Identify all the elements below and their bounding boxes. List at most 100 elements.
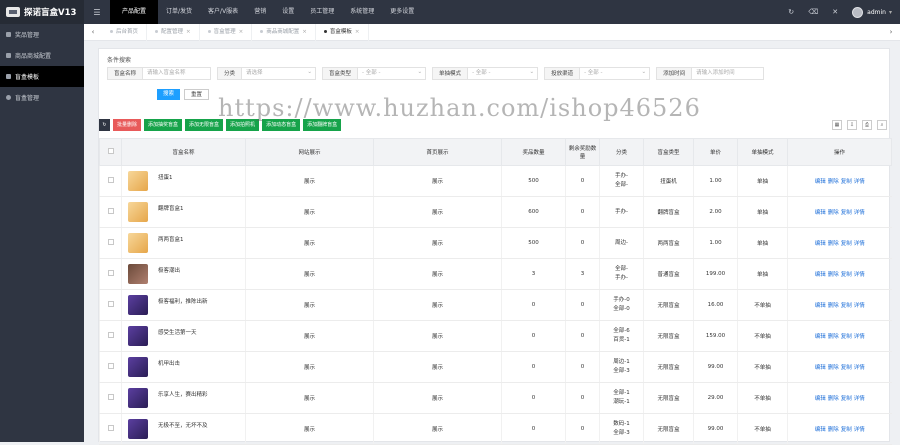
refresh-icon[interactable]: ↻ [780,8,802,16]
copy-link[interactable]: 复制 [841,303,852,309]
delete-link[interactable]: 删除 [828,365,839,371]
row-checkbox[interactable] [107,301,114,307]
sidebar-item-mall[interactable]: 商品商城配置 [0,45,84,66]
tab-home[interactable]: 后台首页 [102,23,148,41]
sidebar-item-prizes[interactable]: 奖品管理 [0,24,84,45]
copy-link[interactable]: 复制 [841,210,852,216]
channel-select[interactable]: - 全部 - [580,67,651,80]
row-checkbox[interactable] [107,332,114,338]
columns-icon[interactable]: ▦ [832,120,842,130]
time-input[interactable]: 请输入添加时间 [692,67,765,80]
close-icon[interactable]: × [186,29,191,35]
search-icon[interactable]: ⌕ [877,120,887,130]
copy-link[interactable]: 复制 [841,241,852,247]
detail-link[interactable]: 详情 [854,210,865,216]
row-checkbox-cell[interactable] [99,165,122,197]
topnav-more[interactable]: 更多设置 [382,0,422,24]
copy-link[interactable]: 复制 [841,427,852,433]
app-logo[interactable]: 探诺盲盒V13 [0,0,84,24]
copy-link[interactable]: 复制 [841,334,852,340]
name-input[interactable]: 请输入盲盒名称 [143,67,212,80]
edit-link[interactable]: 编辑 [815,241,826,247]
row-checkbox-cell[interactable] [99,320,122,352]
detail-link[interactable]: 详情 [854,241,865,247]
topnav-product-config[interactable]: 产品配置 [110,0,159,24]
edit-link[interactable]: 编辑 [815,303,826,309]
delete-link[interactable]: 删除 [828,396,839,402]
copy-link[interactable]: 复制 [841,272,852,278]
copy-link[interactable]: 复制 [841,179,852,185]
refresh-table-icon[interactable]: ↻ [99,119,110,131]
row-checkbox[interactable] [107,394,114,400]
row-checkbox-cell[interactable] [99,258,122,290]
fullscreen-icon[interactable]: ✕ [824,8,846,16]
edit-link[interactable]: 编辑 [815,427,826,433]
detail-link[interactable]: 详情 [854,303,865,309]
tab-mall[interactable]: 商品商城配置 × [252,23,316,41]
tabs-right-arrow-icon[interactable]: › [882,28,900,36]
category-select[interactable]: 请选择 [242,67,317,80]
add-lottery-box-button[interactable]: 添加抽奖盲盒 [144,119,183,131]
delete-link[interactable]: 删除 [828,427,839,433]
row-checkbox-cell[interactable] [99,289,122,321]
edit-link[interactable]: 编辑 [815,272,826,278]
copy-link[interactable]: 复制 [841,365,852,371]
row-checkbox[interactable] [107,239,114,245]
close-icon[interactable]: × [239,29,244,35]
row-checkbox[interactable] [107,363,114,369]
detail-link[interactable]: 详情 [854,179,865,185]
print-icon[interactable]: ⎙ [862,120,872,130]
detail-link[interactable]: 详情 [854,365,865,371]
tab-template[interactable]: 盲盒模板 × [316,23,369,41]
edit-link[interactable]: 编辑 [815,396,826,402]
edit-link[interactable]: 编辑 [815,179,826,185]
topnav-staff[interactable]: 员工管理 [302,0,342,24]
close-icon[interactable]: × [302,29,307,35]
row-checkbox-cell[interactable] [99,351,122,383]
row-checkbox[interactable] [107,177,114,183]
row-checkbox[interactable] [107,270,114,276]
delete-link[interactable]: 删除 [828,303,839,309]
sidebar-item-boxes[interactable]: 盲盒管理 [0,87,84,108]
mode-select[interactable]: - 全部 - [468,67,539,80]
clear-icon[interactable]: ⌫ [802,8,824,16]
tabs-left-arrow-icon[interactable]: ‹ [84,28,102,36]
tab-config[interactable]: 配置管理 × [147,23,200,41]
topnav-marketing[interactable]: 营销 [246,0,274,24]
tab-box-manage[interactable]: 盲盒管理 × [200,23,253,41]
menu-toggle-icon[interactable]: ☰ [84,0,110,24]
topnav-system[interactable]: 系统管理 [342,0,382,24]
detail-link[interactable]: 详情 [854,427,865,433]
row-checkbox-cell[interactable] [99,227,122,259]
batch-delete-button[interactable]: 批量删除 [113,119,142,131]
chevron-down-icon[interactable]: ▾ [889,9,892,16]
detail-link[interactable]: 详情 [854,334,865,340]
topnav-customers[interactable]: 客户/V服表 [200,0,246,24]
search-button[interactable]: 搜索 [157,89,181,100]
delete-link[interactable]: 删除 [828,241,839,247]
close-icon[interactable]: × [355,29,360,35]
sidebar-item-template[interactable]: 盲盒模板 [0,66,84,87]
row-checkbox-cell[interactable] [99,413,122,445]
row-checkbox-cell[interactable] [99,382,122,414]
select-all-checkbox[interactable] [107,148,114,154]
export-icon[interactable]: ⇩ [847,120,857,130]
delete-link[interactable]: 删除 [828,210,839,216]
type-select[interactable]: - 全部 - [358,67,427,80]
topnav-settings[interactable]: 设置 [274,0,302,24]
edit-link[interactable]: 编辑 [815,334,826,340]
detail-link[interactable]: 详情 [854,396,865,402]
reset-button[interactable]: 重置 [184,89,210,100]
copy-link[interactable]: 复制 [841,396,852,402]
row-checkbox[interactable] [107,208,114,214]
topnav-orders[interactable]: 订单/发货 [158,0,200,24]
header-checkbox-cell[interactable] [99,138,122,166]
delete-link[interactable]: 删除 [828,334,839,340]
delete-link[interactable]: 删除 [828,179,839,185]
row-checkbox[interactable] [107,425,114,431]
edit-link[interactable]: 编辑 [815,365,826,371]
row-checkbox-cell[interactable] [99,196,122,228]
delete-link[interactable]: 删除 [828,272,839,278]
edit-link[interactable]: 编辑 [815,210,826,216]
admin-name[interactable]: admin [867,9,886,16]
